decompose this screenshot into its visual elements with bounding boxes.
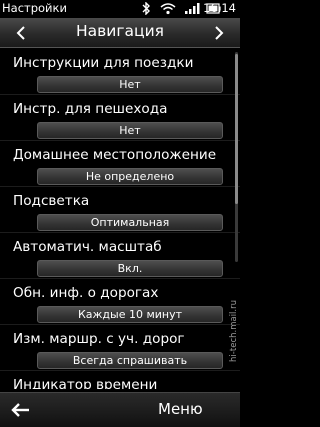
setting-value[interactable]: Не определено xyxy=(37,168,223,185)
setting-value[interactable]: Вкл. xyxy=(37,260,223,277)
back-arrow-icon[interactable] xyxy=(8,398,34,422)
setting-label: Обн. инф. о дорогах xyxy=(13,285,159,301)
setting-label: Автоматич. масштаб xyxy=(13,239,162,255)
scrollbar-thumb[interactable] xyxy=(235,54,238,204)
menu-button[interactable]: Меню xyxy=(158,400,203,418)
status-bar: Настройки 16.14 xyxy=(0,0,240,17)
status-app-title: Настройки xyxy=(2,1,67,15)
setting-walk-instructions[interactable]: Инстр. для пешехода Нет xyxy=(0,95,240,141)
setting-traffic-update[interactable]: Обн. инф. о дорогах Каждые 10 минут xyxy=(0,279,240,325)
setting-label: Изм. маршр. с уч. дорог xyxy=(13,331,185,347)
setting-value[interactable]: Нет xyxy=(37,76,223,93)
setting-value[interactable]: Каждые 10 минут xyxy=(37,306,223,323)
setting-label: Домашнее местоположение xyxy=(13,147,217,163)
watermark: hi-tech.mail.ru xyxy=(229,300,239,362)
setting-value[interactable]: Всегда спрашивать xyxy=(37,352,223,369)
setting-label: Инструкции для поездки xyxy=(13,55,194,71)
signal-icon xyxy=(185,3,200,14)
setting-value[interactable]: Нет xyxy=(37,122,223,139)
status-time: 16.14 xyxy=(203,1,236,15)
bottom-bar: Меню xyxy=(0,392,240,427)
setting-label: Инстр. для пешехода xyxy=(13,101,168,117)
setting-time-indicator[interactable]: Индикатор времени xyxy=(0,371,240,389)
navigation-header: Навигация xyxy=(0,18,240,48)
setting-backlight[interactable]: Подсветка Оптимальная xyxy=(0,187,240,233)
setting-traffic-reroute[interactable]: Изм. маршр. с уч. дорог Всегда спрашиват… xyxy=(0,325,240,371)
setting-drive-instructions[interactable]: Инструкции для поездки Нет xyxy=(0,49,240,95)
wifi-icon xyxy=(160,3,176,15)
setting-auto-zoom[interactable]: Автоматич. масштаб Вкл. xyxy=(0,233,240,279)
setting-value[interactable]: Оптимальная xyxy=(37,214,223,231)
chevron-right-icon[interactable] xyxy=(204,18,234,48)
bluetooth-icon xyxy=(142,2,150,15)
setting-label: Индикатор времени xyxy=(13,377,158,389)
setting-home-location[interactable]: Домашнее местоположение Не определено xyxy=(0,141,240,187)
settings-list: Инструкции для поездки Нет Инстр. для пе… xyxy=(0,49,240,389)
setting-label: Подсветка xyxy=(13,193,90,209)
